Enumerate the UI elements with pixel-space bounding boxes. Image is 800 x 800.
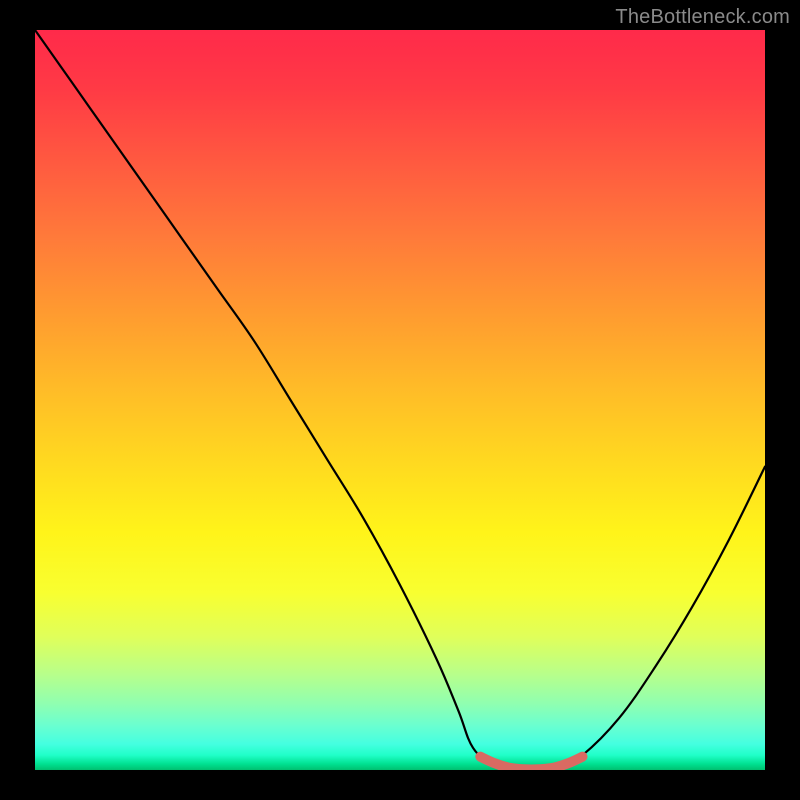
bottleneck-curve-svg [35, 30, 765, 770]
watermark-text: TheBottleneck.com [615, 6, 790, 29]
bottleneck-curve [35, 30, 765, 770]
chart-frame: TheBottleneck.com [0, 0, 800, 800]
plot-area [35, 30, 765, 770]
optimal-range-marker [480, 757, 582, 770]
